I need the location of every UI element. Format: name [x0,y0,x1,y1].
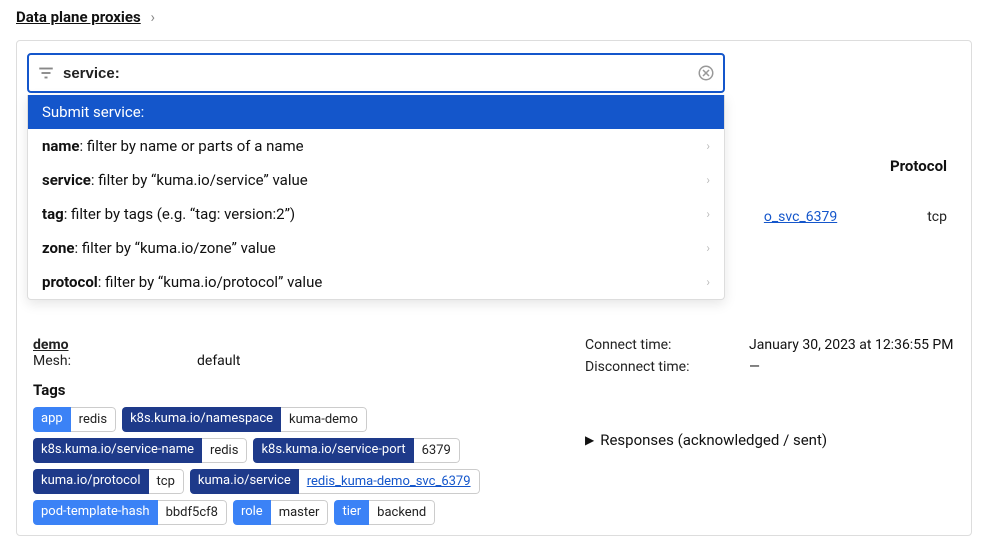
dropdown-item-label: zone: filter by “kuma.io/zone” value [42,239,276,257]
tag-k8s-kuma-io-service-name: k8s.kuma.io/service-nameredis [33,438,247,463]
dropdown-item-label: tag: filter by tags (e.g. “tag: version:… [42,205,295,223]
responses-toggle[interactable]: ▶ Responses (acknowledged / sent) [585,431,955,449]
mesh-label: Mesh: [33,353,197,369]
responses-label: Responses (acknowledged / sent) [600,431,827,449]
tag-key: app [33,407,71,432]
mesh-value: default [197,353,241,369]
chevron-right-icon: › [706,139,710,153]
tag-key: pod-template-hash [33,500,158,525]
tag-value: master [271,500,329,525]
tag-key: kuma.io/protocol [33,469,149,494]
dropdown-item-protocol[interactable]: protocol: filter by “kuma.io/protocol” v… [28,265,724,299]
tag-key: role [233,500,271,525]
tag-k8s-kuma-io-service-port: k8s.kuma.io/service-port6379 [253,438,459,463]
search-box[interactable] [27,53,725,93]
tag-key: k8s.kuma.io/service-port [253,438,413,463]
tag-key: kuma.io/service [190,469,299,494]
tag-k8s-kuma-io-namespace: k8s.kuma.io/namespacekuma-demo [122,407,367,432]
tag-key: k8s.kuma.io/namespace [122,407,281,432]
breadcrumb: Data plane proxies › [0,0,988,34]
dropdown-item-service[interactable]: service: filter by “kuma.io/service” val… [28,163,724,197]
dropdown-item-label: protocol: filter by “kuma.io/protocol” v… [42,273,322,291]
chevron-right-icon: › [706,275,710,289]
dropdown-item-name[interactable]: name: filter by name or parts of a name › [28,129,724,163]
dropdown-item-tag[interactable]: tag: filter by tags (e.g. “tag: version:… [28,197,724,231]
tag-value: tcp [149,469,184,494]
tag-kuma-io-protocol: kuma.io/protocoltcp [33,469,184,494]
tag-kuma-io-service[interactable]: kuma.io/serviceredis_kuma-demo_svc_6379 [190,469,480,494]
clear-icon[interactable] [697,64,715,82]
dropdown-item-zone[interactable]: zone: filter by “kuma.io/zone” value › [28,231,724,265]
breadcrumb-link[interactable]: Data plane proxies [16,8,141,26]
dropdown-submit-label: Submit service: [42,103,144,121]
chevron-right-icon: › [706,173,710,187]
caret-right-icon: ▶ [585,433,594,447]
details-left: demo Mesh: default Tags appredisk8s.kuma… [33,337,553,525]
tag-value: bbdf5cf8 [158,500,227,525]
connect-time-value: January 30, 2023 at 12:36:55 PM [749,337,953,353]
tag-key: k8s.kuma.io/service-name [33,438,202,463]
connect-time-label: Connect time: [585,337,749,353]
column-header-protocol: Protocol [890,157,947,175]
disconnect-time-label: Disconnect time: [585,359,749,375]
tag-value: redis [202,438,247,463]
filter-icon [37,64,55,82]
table-row[interactable]: o_svc_6379 tcp [764,209,947,225]
dropdown-submit[interactable]: Submit service: [28,95,724,129]
chevron-right-icon: › [150,8,155,26]
tag-value: redis [71,407,116,432]
tag-value: backend [369,500,435,525]
search-input[interactable] [55,65,697,82]
tags-container: appredisk8s.kuma.io/namespacekuma-demok8… [33,407,553,525]
tag-value[interactable]: redis_kuma-demo_svc_6379 [299,469,480,494]
chevron-right-icon: › [706,207,710,221]
demo-link[interactable]: demo [33,337,553,353]
tag-role: rolemaster [233,500,328,525]
tag-value: 6379 [414,438,460,463]
filter-dropdown: Submit service: name: filter by name or … [27,95,725,300]
chevron-right-icon: › [706,241,710,255]
details-right: Connect time: January 30, 2023 at 12:36:… [585,337,955,525]
search-wrap: Submit service: name: filter by name or … [27,53,725,93]
tag-value: kuma-demo [281,407,367,432]
service-link-fragment[interactable]: o_svc_6379 [764,209,837,225]
tag-key: tier [334,500,369,525]
disconnect-time-value: — [749,359,760,375]
dropdown-item-label: name: filter by name or parts of a name [42,137,304,155]
content-card: Submit service: name: filter by name or … [16,40,972,536]
protocol-cell: tcp [927,209,947,225]
tags-heading: Tags [33,381,553,399]
details-section: demo Mesh: default Tags appredisk8s.kuma… [27,337,961,525]
dropdown-item-label: service: filter by “kuma.io/service” val… [42,171,308,189]
tag-tier: tierbackend [334,500,435,525]
tag-app: appredis [33,407,116,432]
tag-pod-template-hash: pod-template-hashbbdf5cf8 [33,500,227,525]
